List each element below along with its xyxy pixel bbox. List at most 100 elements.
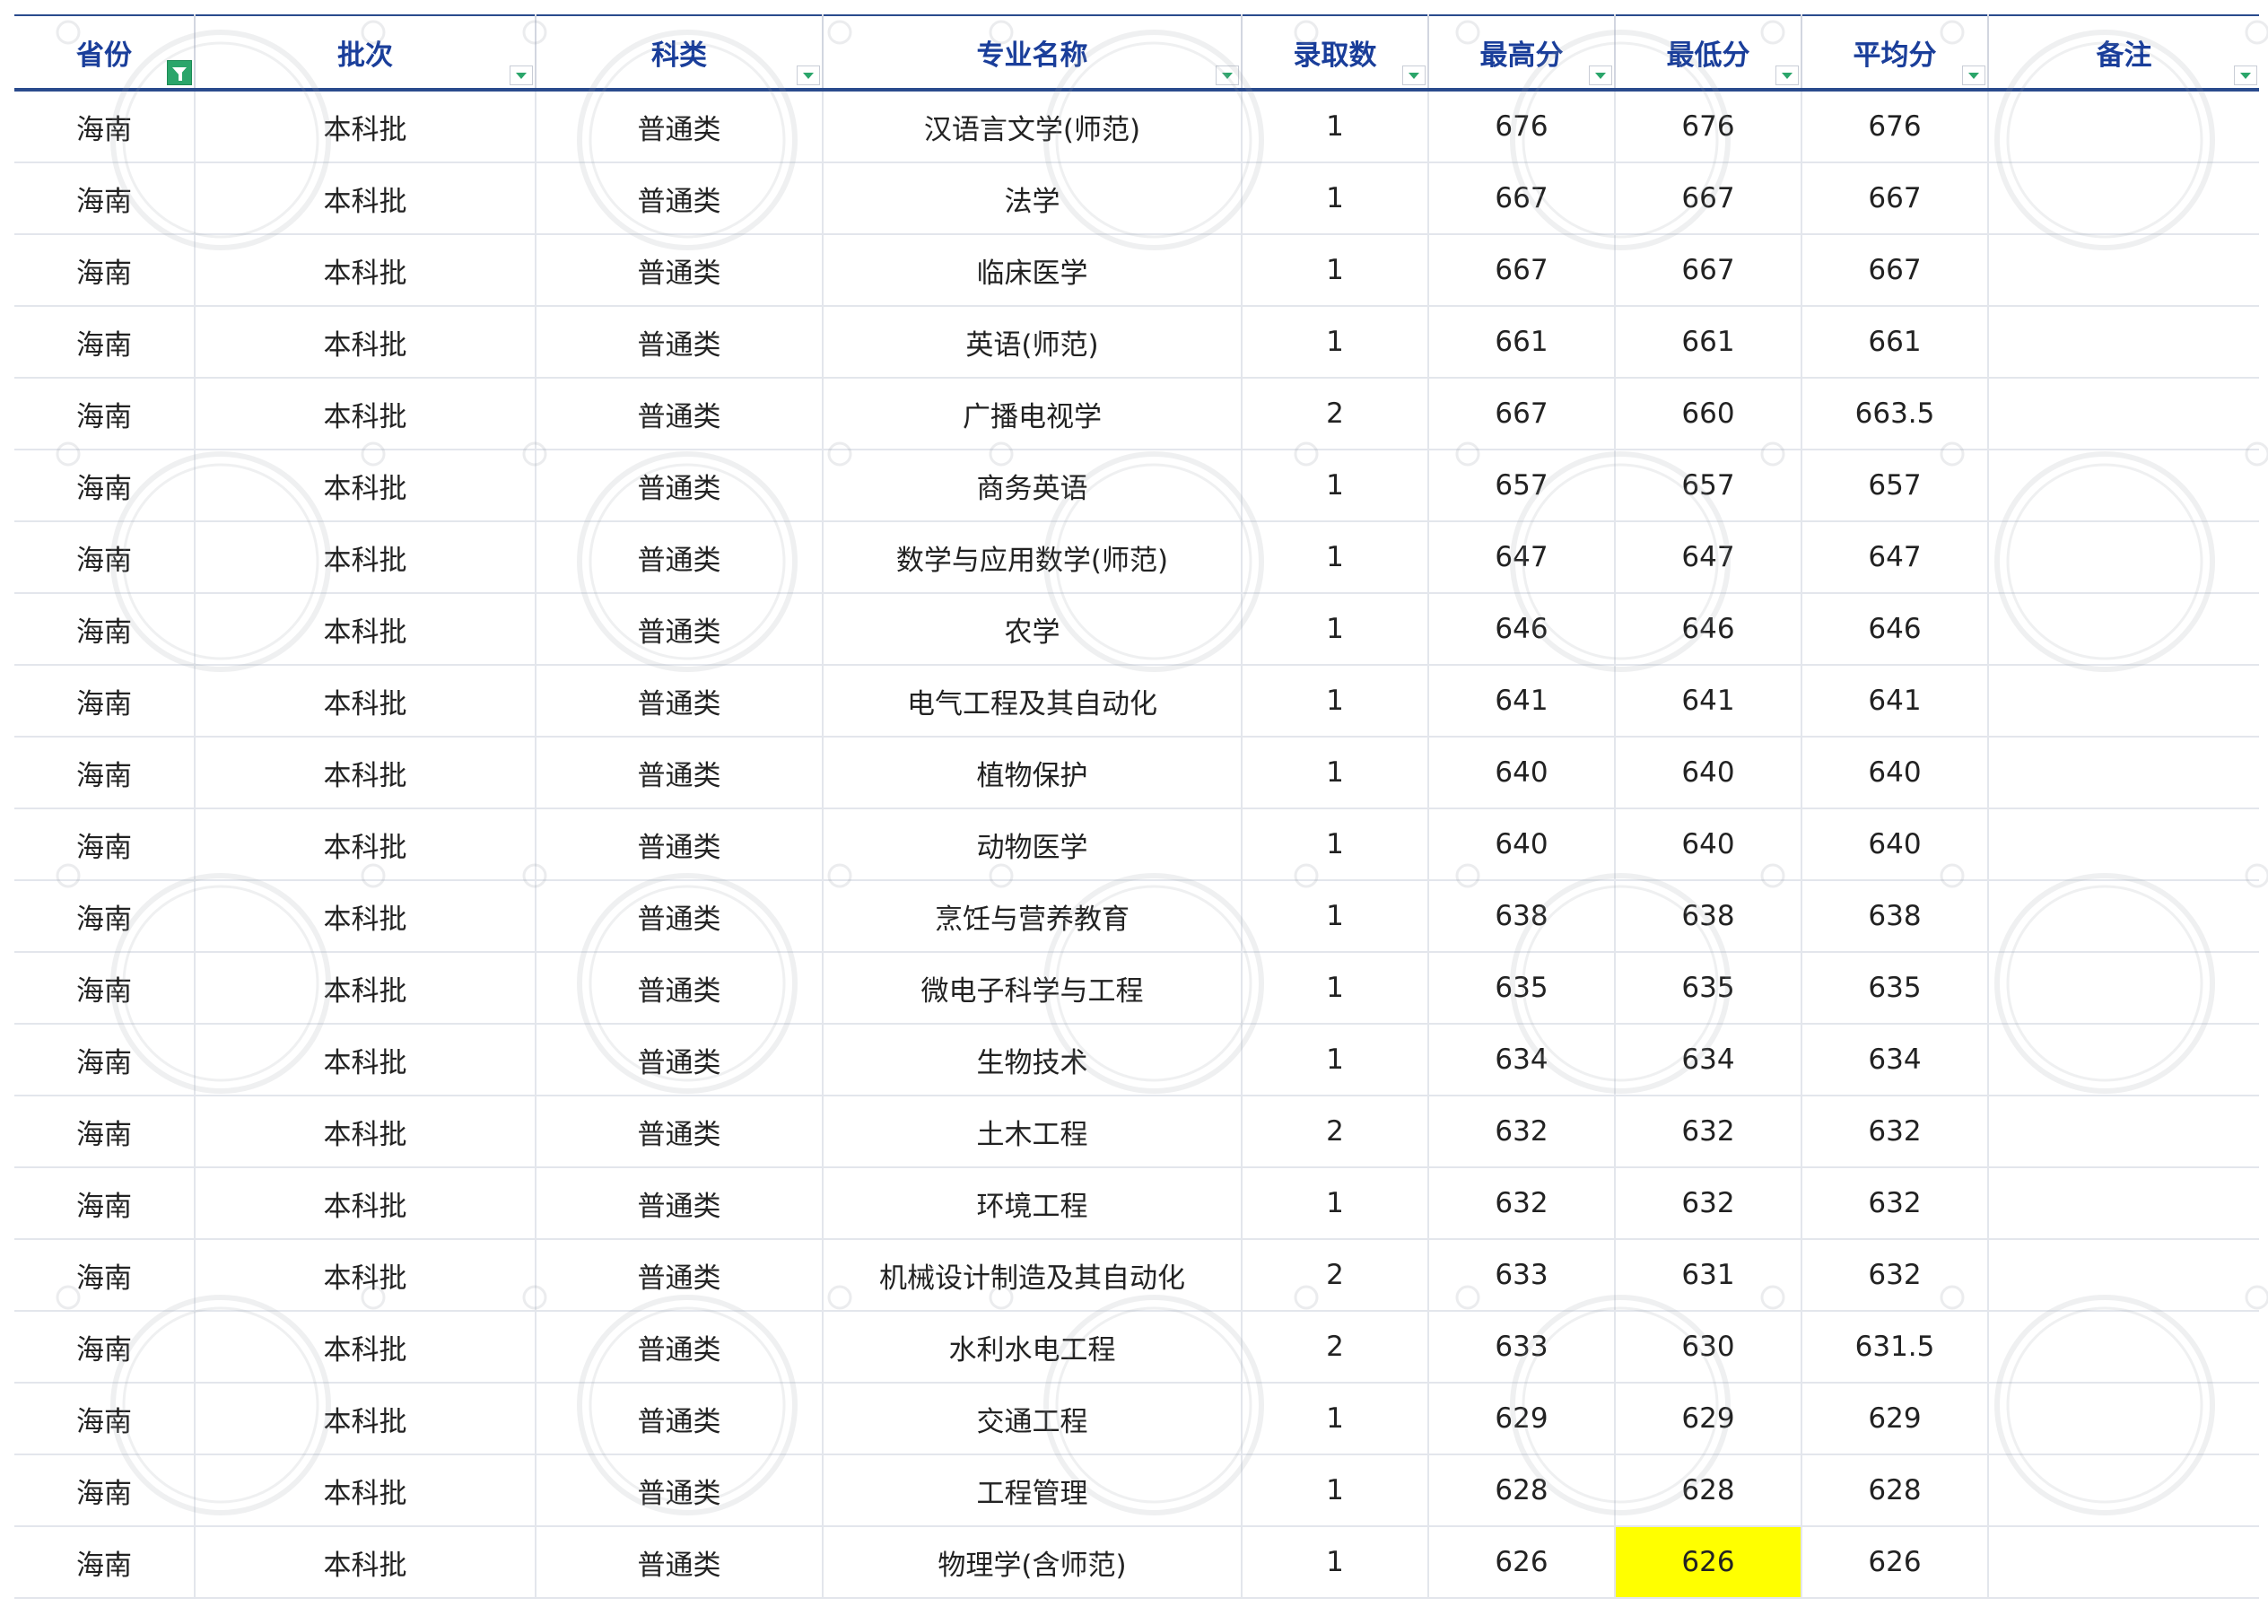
cell-category[interactable]: 普通类 — [536, 234, 824, 307]
cell-max-score[interactable]: 632 — [1428, 1096, 1616, 1168]
cell-min-score[interactable]: 657 — [1615, 450, 1802, 522]
cell-avg-score[interactable]: 626 — [1801, 1526, 1989, 1599]
cell-avg-score[interactable]: 631.5 — [1801, 1311, 1989, 1384]
column-header-avg-score[interactable]: 平均分 — [1801, 14, 1989, 92]
cell-major-name[interactable]: 生物技术 — [823, 1024, 1243, 1096]
cell-batch[interactable]: 本科批 — [195, 521, 536, 594]
cell-batch[interactable]: 本科批 — [195, 880, 536, 953]
cell-avg-score[interactable]: 632 — [1801, 1167, 1989, 1240]
cell-batch[interactable]: 本科批 — [195, 1167, 536, 1240]
cell-batch[interactable]: 本科批 — [195, 665, 536, 738]
cell-avg-score[interactable]: 657 — [1801, 450, 1989, 522]
cell-category[interactable]: 普通类 — [536, 808, 824, 881]
cell-min-score[interactable]: 632 — [1615, 1167, 1802, 1240]
cell-avg-score[interactable]: 647 — [1801, 521, 1989, 594]
cell-min-score[interactable]: 660 — [1615, 378, 1802, 450]
cell-batch[interactable]: 本科批 — [195, 952, 536, 1025]
cell-min-score[interactable]: 638 — [1615, 880, 1802, 953]
cell-remarks[interactable] — [1988, 1383, 2259, 1455]
cell-admitted-count[interactable]: 2 — [1242, 1239, 1429, 1312]
cell-min-score[interactable]: 632 — [1615, 1096, 1802, 1168]
cell-admitted-count[interactable]: 1 — [1242, 880, 1429, 953]
cell-min-score[interactable]: 635 — [1615, 952, 1802, 1025]
cell-major-name[interactable]: 英语(师范) — [823, 306, 1243, 379]
cell-major-name[interactable]: 环境工程 — [823, 1167, 1243, 1240]
cell-province[interactable]: 海南 — [14, 521, 196, 594]
cell-major-name[interactable]: 电气工程及其自动化 — [823, 665, 1243, 738]
cell-avg-score[interactable]: 667 — [1801, 234, 1989, 307]
cell-remarks[interactable] — [1988, 1526, 2259, 1599]
cell-max-score[interactable]: 667 — [1428, 162, 1616, 235]
cell-major-name[interactable]: 动物医学 — [823, 808, 1243, 881]
cell-admitted-count[interactable]: 1 — [1242, 1454, 1429, 1527]
cell-admitted-count[interactable]: 1 — [1242, 306, 1429, 379]
cell-max-score[interactable]: 638 — [1428, 880, 1616, 953]
cell-remarks[interactable] — [1988, 952, 2259, 1025]
cell-batch[interactable]: 本科批 — [195, 1526, 536, 1599]
cell-category[interactable]: 普通类 — [536, 1024, 824, 1096]
cell-max-score[interactable]: 634 — [1428, 1024, 1616, 1096]
cell-major-name[interactable]: 商务英语 — [823, 450, 1243, 522]
cell-remarks[interactable] — [1988, 1311, 2259, 1384]
cell-batch[interactable]: 本科批 — [195, 90, 536, 163]
cell-province[interactable]: 海南 — [14, 665, 196, 738]
cell-admitted-count[interactable]: 1 — [1242, 1024, 1429, 1096]
cell-major-name[interactable]: 物理学(含师范) — [823, 1526, 1243, 1599]
cell-remarks[interactable] — [1988, 234, 2259, 307]
cell-admitted-count[interactable]: 1 — [1242, 521, 1429, 594]
cell-admitted-count[interactable]: 1 — [1242, 450, 1429, 522]
cell-province[interactable]: 海南 — [14, 90, 196, 163]
cell-admitted-count[interactable]: 1 — [1242, 162, 1429, 235]
cell-avg-score[interactable]: 663.5 — [1801, 378, 1989, 450]
cell-province[interactable]: 海南 — [14, 1096, 196, 1168]
cell-batch[interactable]: 本科批 — [195, 162, 536, 235]
cell-batch[interactable]: 本科批 — [195, 1239, 536, 1312]
cell-remarks[interactable] — [1988, 665, 2259, 738]
cell-category[interactable]: 普通类 — [536, 952, 824, 1025]
cell-admitted-count[interactable]: 1 — [1242, 593, 1429, 666]
cell-max-score[interactable]: 633 — [1428, 1239, 1616, 1312]
cell-province[interactable]: 海南 — [14, 737, 196, 809]
cell-avg-score[interactable]: 638 — [1801, 880, 1989, 953]
cell-major-name[interactable]: 农学 — [823, 593, 1243, 666]
cell-category[interactable]: 普通类 — [536, 1454, 824, 1527]
cell-province[interactable]: 海南 — [14, 1167, 196, 1240]
cell-batch[interactable]: 本科批 — [195, 1383, 536, 1455]
cell-batch[interactable]: 本科批 — [195, 1454, 536, 1527]
cell-major-name[interactable]: 植物保护 — [823, 737, 1243, 809]
cell-max-score[interactable]: 667 — [1428, 378, 1616, 450]
cell-avg-score[interactable]: 635 — [1801, 952, 1989, 1025]
cell-remarks[interactable] — [1988, 306, 2259, 379]
cell-batch[interactable]: 本科批 — [195, 378, 536, 450]
cell-category[interactable]: 普通类 — [536, 1311, 824, 1384]
cell-major-name[interactable]: 工程管理 — [823, 1454, 1243, 1527]
cell-province[interactable]: 海南 — [14, 1311, 196, 1384]
cell-min-score[interactable]: 646 — [1615, 593, 1802, 666]
cell-province[interactable]: 海南 — [14, 234, 196, 307]
cell-max-score[interactable]: 641 — [1428, 665, 1616, 738]
cell-major-name[interactable]: 微电子科学与工程 — [823, 952, 1243, 1025]
cell-min-score[interactable]: 629 — [1615, 1383, 1802, 1455]
cell-batch[interactable]: 本科批 — [195, 593, 536, 666]
cell-max-score[interactable]: 667 — [1428, 234, 1616, 307]
filter-dropdown-icon[interactable] — [2234, 65, 2257, 85]
cell-major-name[interactable]: 交通工程 — [823, 1383, 1243, 1455]
cell-category[interactable]: 普通类 — [536, 1526, 824, 1599]
cell-max-score[interactable]: 629 — [1428, 1383, 1616, 1455]
cell-max-score[interactable]: 632 — [1428, 1167, 1616, 1240]
cell-avg-score[interactable]: 641 — [1801, 665, 1989, 738]
cell-min-score[interactable]: 640 — [1615, 808, 1802, 881]
filter-dropdown-icon[interactable] — [1216, 65, 1239, 85]
cell-batch[interactable]: 本科批 — [195, 1311, 536, 1384]
cell-major-name[interactable]: 数学与应用数学(师范) — [823, 521, 1243, 594]
cell-max-score[interactable]: 646 — [1428, 593, 1616, 666]
cell-remarks[interactable] — [1988, 521, 2259, 594]
cell-batch[interactable]: 本科批 — [195, 737, 536, 809]
cell-min-score[interactable]: 630 — [1615, 1311, 1802, 1384]
cell-max-score[interactable]: 635 — [1428, 952, 1616, 1025]
cell-admitted-count[interactable]: 2 — [1242, 378, 1429, 450]
cell-batch[interactable]: 本科批 — [195, 1024, 536, 1096]
cell-max-score[interactable]: 640 — [1428, 808, 1616, 881]
cell-remarks[interactable] — [1988, 1096, 2259, 1168]
cell-admitted-count[interactable]: 2 — [1242, 1096, 1429, 1168]
